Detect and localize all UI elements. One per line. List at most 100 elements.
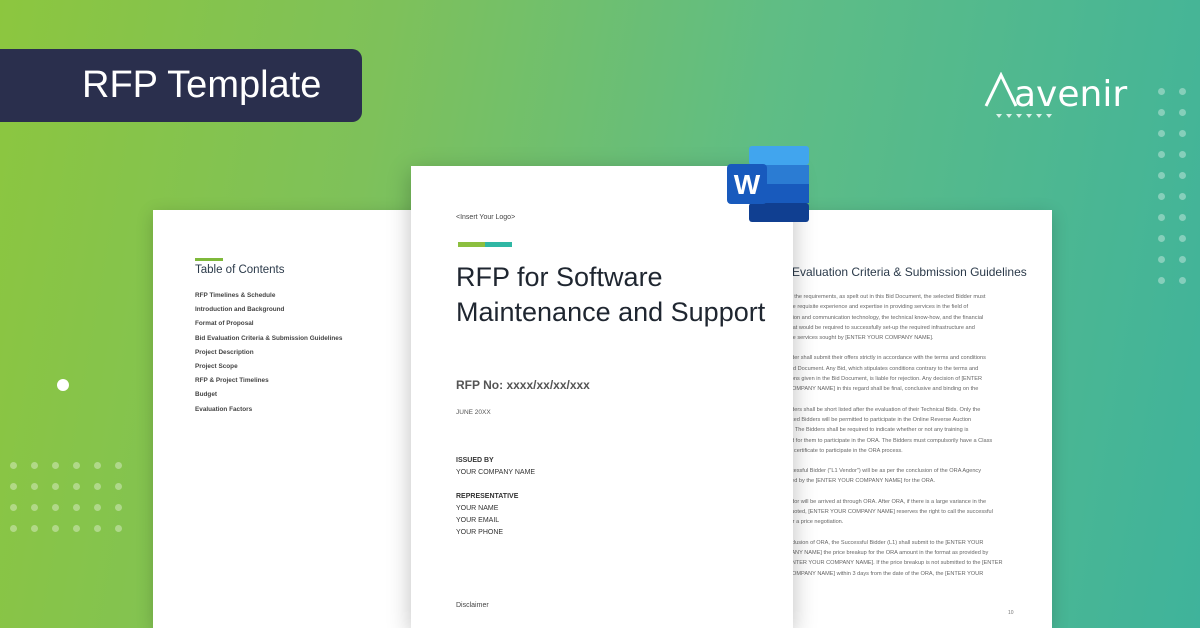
evaluation-line: ndor will be arrived at through ORA. Aft… bbox=[788, 498, 987, 505]
decorative-dot bbox=[31, 462, 38, 469]
disclaimer: Disclaimer bbox=[456, 602, 489, 609]
decorative-dot bbox=[1158, 277, 1165, 284]
rep-phone: YOUR PHONE bbox=[456, 529, 504, 536]
decorative-dot bbox=[1179, 172, 1186, 179]
decorative-dot bbox=[1158, 235, 1165, 242]
evaluation-paragraph: ccessful Bidder ("L1 Vendor") will be as… bbox=[788, 466, 1050, 487]
evaluation-paragraph: dder shall submit their offers strictly … bbox=[788, 353, 1050, 394]
toc-item: Project Description bbox=[195, 348, 254, 356]
toc-item: Bid Evaluation Criteria & Submission Gui… bbox=[195, 334, 343, 342]
evaluation-line: quoted, [ENTER YOUR COMPANY NAME] reserv… bbox=[788, 509, 993, 516]
toc-item: Evaluation Factors bbox=[195, 405, 253, 413]
toc-item: Budget bbox=[195, 391, 218, 399]
decorative-dot bbox=[1179, 193, 1186, 200]
evaluation-line: ned by the [ENTER YOUR COMPANY NAME] for… bbox=[788, 478, 936, 485]
toc-list: RFP Timelines & Schedule Introduction and… bbox=[195, 292, 342, 420]
decorative-dot bbox=[94, 525, 101, 532]
toc-item: Project Scope bbox=[195, 362, 238, 370]
evaluation-page: Evaluation Criteria & Submission Guideli… bbox=[780, 210, 1052, 628]
rep-name: YOUR NAME bbox=[456, 505, 499, 512]
evaluation-line: ccessful Bidder ("L1 Vendor") will be as… bbox=[788, 468, 982, 475]
decorative-dot bbox=[52, 462, 59, 469]
toc-title: Table of Contents bbox=[195, 264, 285, 276]
decorative-dot bbox=[1179, 277, 1186, 284]
page-number: 10 bbox=[1008, 610, 1014, 616]
issued-by-label: ISSUED BY bbox=[456, 457, 494, 464]
toc-page: Table of Contents RFP Timelines & Schedu… bbox=[153, 210, 423, 628]
decorative-dot bbox=[10, 525, 17, 532]
decorative-dot bbox=[52, 525, 59, 532]
decorative-dot bbox=[94, 483, 101, 490]
decorative-dot bbox=[57, 379, 69, 391]
cover-accent-bar bbox=[458, 242, 512, 247]
evaluation-line: tions given in the Bid Document, is liab… bbox=[788, 376, 983, 383]
decorative-dot bbox=[73, 525, 80, 532]
decorative-dot bbox=[1158, 88, 1165, 95]
decorative-dot bbox=[1158, 172, 1165, 179]
evaluation-line: for a price negotiation. bbox=[788, 519, 844, 526]
evaluation-line: the requisite experience and expertise i… bbox=[788, 304, 969, 311]
decorative-dot bbox=[1158, 109, 1165, 116]
evaluation-body: et the requirements, as spelt out in thi… bbox=[788, 292, 1050, 589]
decorative-dot bbox=[115, 483, 122, 490]
evaluation-line: et the requirements, as spelt out in thi… bbox=[788, 294, 986, 300]
evaluation-line: Bid Document. Any Bid, which stipulates … bbox=[788, 365, 979, 372]
decorative-dot bbox=[1158, 151, 1165, 158]
decorative-dot bbox=[1179, 214, 1186, 221]
decorative-dot bbox=[31, 525, 38, 532]
evaluation-line: ed for them to participate in the ORA. T… bbox=[788, 437, 993, 444]
toc-item: RFP & Project Timelines bbox=[195, 377, 269, 385]
word-letter: W bbox=[734, 169, 761, 200]
evaluation-line: al certificate to participate in the ORA… bbox=[788, 447, 903, 454]
evaluation-line: PANY NAME] the price breakup for the ORA… bbox=[788, 549, 989, 556]
decorative-dot bbox=[115, 504, 122, 511]
decorative-dot bbox=[115, 462, 122, 469]
evaluation-paragraph: nclusion of ORA, the Successful Bidder (… bbox=[788, 538, 1050, 579]
decorative-dot bbox=[73, 483, 80, 490]
toc-item: Format of Proposal bbox=[195, 320, 254, 328]
decorative-dot bbox=[1158, 256, 1165, 263]
evaluation-line: dders shall be short listed after the ev… bbox=[788, 406, 981, 413]
decorative-dot bbox=[10, 504, 17, 511]
decorative-dot bbox=[1179, 109, 1186, 116]
issued-by-value: YOUR COMPANY NAME bbox=[456, 469, 536, 476]
decorative-dot bbox=[52, 483, 59, 490]
evaluation-line: nclusion of ORA, the Successful Bidder (… bbox=[788, 539, 984, 546]
decorative-dot bbox=[31, 483, 38, 490]
decorative-dot bbox=[1179, 88, 1186, 95]
toc-item: RFP Timelines & Schedule bbox=[195, 292, 276, 299]
toc-item: Introduction and Background bbox=[195, 306, 285, 314]
decorative-dot bbox=[1179, 151, 1186, 158]
document-title: RFP for Software Maintenance and Support bbox=[456, 262, 766, 327]
decorative-dot bbox=[10, 483, 17, 490]
decorative-dot bbox=[1158, 193, 1165, 200]
word-icon: W bbox=[727, 146, 809, 222]
decorative-dot bbox=[94, 504, 101, 511]
issued-by-block: ISSUED BY YOUR COMPANY NAME bbox=[456, 455, 535, 479]
representative-label: REPRESENTATIVE bbox=[456, 493, 519, 500]
evaluation-line: COMPANY NAME] within 3 days from the dat… bbox=[788, 570, 984, 577]
decorative-dot bbox=[1158, 214, 1165, 221]
evaluation-line: that would be required to successfully s… bbox=[788, 324, 975, 331]
document-date: JUNE 20XX bbox=[456, 409, 491, 416]
evaluation-line: isted Bidders will be permitted to parti… bbox=[788, 416, 972, 423]
decorative-dot bbox=[1158, 130, 1165, 137]
evaluation-line: "). The Bidders shall be required to ind… bbox=[788, 427, 969, 434]
decorative-dot bbox=[1179, 235, 1186, 242]
evaluation-line: ation and communication technology, the … bbox=[788, 314, 984, 321]
evaluation-line: dder shall submit their offers strictly … bbox=[788, 355, 986, 362]
decorative-dot bbox=[52, 504, 59, 511]
rep-email: YOUR EMAIL bbox=[456, 517, 500, 524]
decorative-dot bbox=[94, 462, 101, 469]
decorative-dot-grid-left bbox=[10, 462, 122, 532]
evaluation-line: the services sought by [ENTER YOUR COMPA… bbox=[788, 335, 934, 342]
evaluation-line: ENTER YOUR COMPANY NAME]. If the price b… bbox=[788, 560, 1003, 567]
evaluation-paragraph: et the requirements, as spelt out in thi… bbox=[788, 292, 1050, 343]
representative-block: REPRESENTATIVE YOUR NAME YOUR EMAIL YOUR… bbox=[456, 491, 518, 539]
decorative-dot bbox=[1179, 256, 1186, 263]
evaluation-paragraph: ndor will be arrived at through ORA. Aft… bbox=[788, 497, 1050, 528]
decorative-dot bbox=[73, 504, 80, 511]
cover-page: <Insert Your Logo> RFP for Software Main… bbox=[411, 166, 793, 628]
logo-placeholder: <Insert Your Logo> bbox=[456, 214, 516, 221]
rfp-number: RFP No: xxxx/xx/xx/xxx bbox=[456, 378, 590, 392]
